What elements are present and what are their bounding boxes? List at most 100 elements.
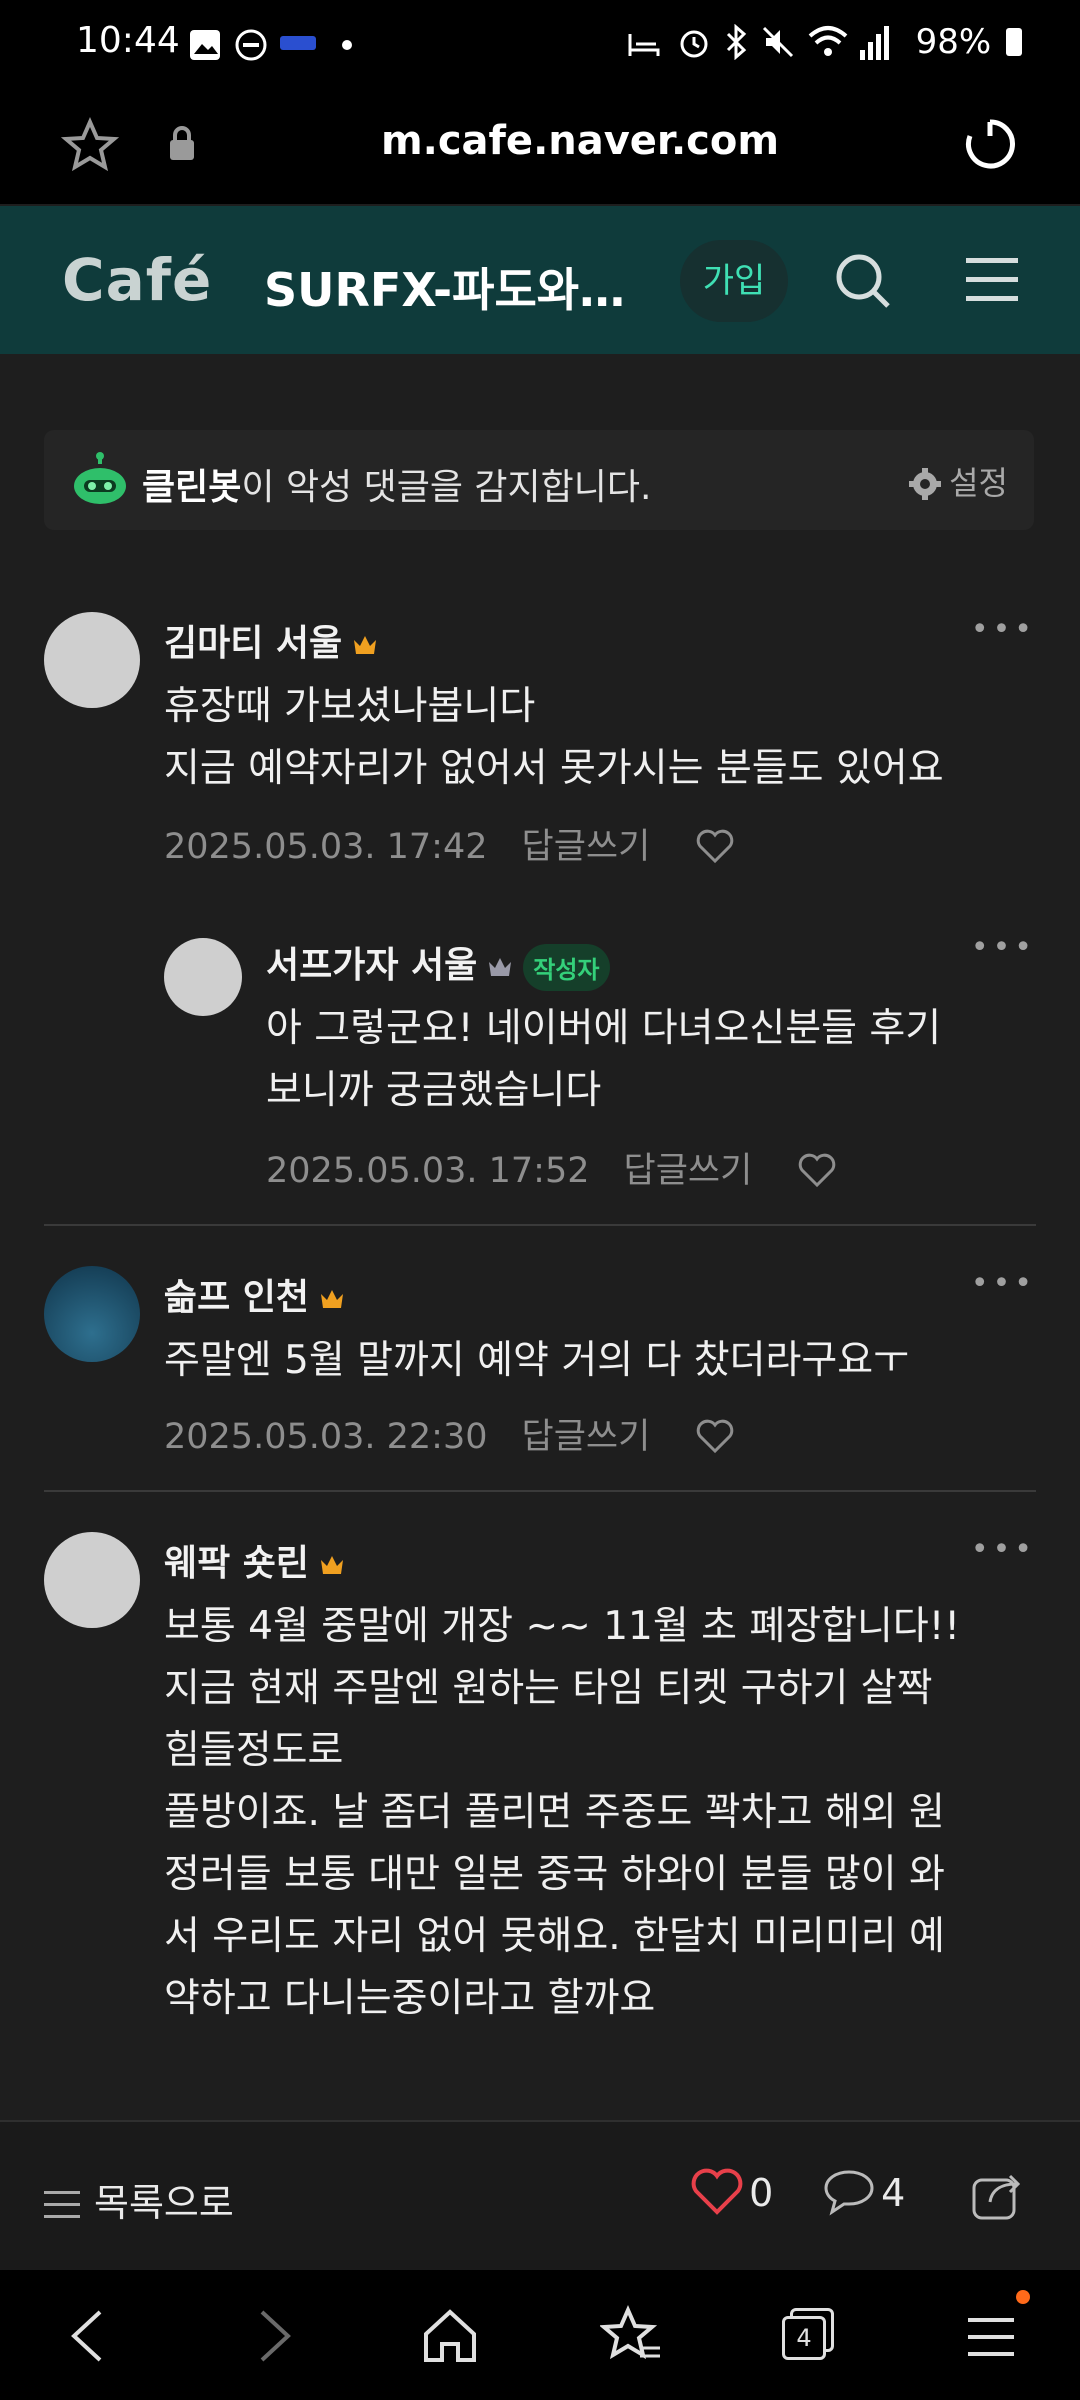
- alarm-icon: [680, 30, 708, 58]
- browser-url-bar: m.cafe.naver.com: [0, 92, 1080, 204]
- forward-arrow-icon[interactable]: [248, 2308, 298, 2364]
- share-icon[interactable]: [970, 2166, 1026, 2222]
- cleanbot-text: 클린봇이 악성 댓글을 감지합니다.: [142, 458, 651, 510]
- comment-line: 서 우리도 자리 없어 못해요. 한달치 미리미리 예: [164, 1914, 945, 1959]
- more-options-icon[interactable]: •••: [971, 1266, 1036, 1301]
- like-heart-icon[interactable]: [695, 1418, 735, 1454]
- reload-icon[interactable]: [962, 116, 1018, 172]
- app-notification-icon: [280, 36, 316, 50]
- like-button[interactable]: 0: [690, 2166, 773, 2216]
- comment-line: 휴장때 가보셨나봅니다: [164, 684, 536, 729]
- settings-label: 설정: [949, 464, 1008, 502]
- like-heart-icon[interactable]: [695, 828, 735, 864]
- avatar[interactable]: [164, 938, 242, 1016]
- bluetooth-icon: [726, 24, 747, 60]
- join-button[interactable]: 가입: [680, 240, 788, 322]
- dnd-icon: [235, 29, 267, 61]
- cafe-header: Café SURFX-파도와사... 가입: [0, 206, 1080, 354]
- comment-count: 4: [881, 2171, 906, 2215]
- author-name[interactable]: 서프가자 서울: [266, 945, 477, 986]
- comment-line: 아 그렇군요! 네이버에 다녀오신분들 후기: [266, 1006, 942, 1051]
- status-time: 10:44: [76, 20, 180, 61]
- crown-icon: [321, 1556, 344, 1574]
- list-icon: [44, 2191, 80, 2218]
- battery-level: 98%: [916, 22, 1022, 62]
- gallery-icon: [190, 30, 220, 60]
- cafe-title[interactable]: SURFX-파도와사...: [264, 254, 654, 320]
- more-options-icon[interactable]: •••: [971, 930, 1036, 965]
- comment-body: 아 그렇군요! 네이버에 다녀오신분들 후기 보니까 궁금했습니다: [266, 998, 941, 1122]
- browser-menu-icon[interactable]: [966, 2310, 1020, 2364]
- heart-icon: [691, 2168, 743, 2215]
- mute-icon: [762, 26, 794, 58]
- cleanbot-message: 이 악성 댓글을 감지합니다.: [241, 467, 652, 508]
- browser-nav-bar: 4: [0, 2270, 1080, 2400]
- author-badge: 작성자: [523, 943, 610, 991]
- more-options-icon[interactable]: •••: [971, 1532, 1036, 1567]
- more-options-icon[interactable]: •••: [971, 612, 1036, 647]
- battery-text: 98%: [915, 22, 992, 62]
- list-label: 목록으로: [94, 2181, 234, 2225]
- cleanbot-name: 클린봇: [142, 467, 242, 508]
- comment-line: 정러들 보통 대만 일본 중국 하와이 분들 많이 와: [164, 1852, 945, 1897]
- cleanbot-settings-button[interactable]: 설정: [909, 458, 1008, 504]
- comment-meta: 2025.05.03. 17:42 답글쓰기: [164, 818, 735, 869]
- comment-line: 보니까 궁금했습니다: [266, 1068, 602, 1113]
- cafe-logo[interactable]: Café: [62, 246, 212, 314]
- wifi-icon: [808, 26, 848, 56]
- comment-date: 2025.05.03. 17:42: [164, 827, 488, 867]
- reply-button[interactable]: 답글쓰기: [624, 1151, 753, 1191]
- tabs-button[interactable]: 4: [782, 2308, 836, 2362]
- crown-icon: [321, 1290, 344, 1308]
- comment-author[interactable]: 슮프 인천: [164, 1268, 345, 1320]
- cleanbot-robot-icon: [74, 452, 126, 504]
- comment-line: 약하고 다니는중이라고 할까요: [164, 1976, 656, 2021]
- comment-body: 휴장때 가보셨나봅니다 지금 예약자리가 없어서 못가시는 분들도 있어요: [164, 676, 944, 800]
- comment-line: 힘들정도로: [164, 1728, 344, 1773]
- post-action-bar: 목록으로 0 4: [0, 2120, 1080, 2272]
- comment-body: 보통 4월 중말에 개장 ~~ 11월 초 폐장합니다!! 지금 현재 주말엔 …: [164, 1596, 960, 2030]
- sleep-mode-icon: [628, 34, 660, 56]
- comment-author[interactable]: 김마티 서울: [164, 614, 378, 666]
- crown-icon: [354, 636, 377, 654]
- like-count: 0: [749, 2171, 774, 2215]
- bookmarks-icon[interactable]: [600, 2304, 664, 2368]
- status-bar: 10:44 98%: [0, 0, 1080, 92]
- comment-body: 주말엔 5월 말까지 예약 거의 다 찼더라구요ㅜ: [164, 1330, 909, 1392]
- avatar[interactable]: [44, 1532, 140, 1628]
- comment-count-button[interactable]: 4: [822, 2166, 905, 2216]
- comment-line: 지금 현재 주말엔 원하는 타임 티켓 구하기 살짝: [164, 1666, 933, 1711]
- menu-icon[interactable]: [964, 254, 1020, 306]
- comment-line: 풀방이죠. 날 좀더 풀리면 주중도 꽉차고 해외 원: [164, 1790, 945, 1835]
- avatar[interactable]: [44, 612, 140, 708]
- tabs-count: 4: [782, 2316, 826, 2360]
- cleanbot-notice: 클린봇이 악성 댓글을 감지합니다. 설정: [44, 430, 1034, 530]
- like-heart-icon[interactable]: [797, 1152, 837, 1188]
- author-name[interactable]: 슮프 인천: [164, 1277, 309, 1318]
- comment-meta: 2025.05.03. 22:30 답글쓰기: [164, 1408, 735, 1459]
- crown-icon: [489, 958, 512, 976]
- back-arrow-icon[interactable]: [64, 2308, 114, 2364]
- comment-line: 주말엔 5월 말까지 예약 거의 다 찼더라구요ㅜ: [164, 1338, 910, 1383]
- back-to-list-button[interactable]: 목록으로: [44, 2172, 234, 2227]
- comment-date: 2025.05.03. 22:30: [164, 1417, 488, 1457]
- divider: [44, 1490, 1036, 1492]
- more-notifications-dot: [342, 40, 352, 50]
- battery-icon: [1006, 28, 1022, 56]
- comment-line: 보통 4월 중말에 개장 ~~ 11월 초 폐장합니다!!: [164, 1604, 961, 1649]
- comment-author[interactable]: 서프가자 서울 작성자: [266, 936, 610, 991]
- comment-date: 2025.05.03. 17:52: [266, 1151, 590, 1191]
- author-name[interactable]: 웨팍 숏린: [164, 1543, 309, 1584]
- gear-icon: [909, 468, 942, 500]
- comment-author[interactable]: 웨팍 숏린: [164, 1534, 345, 1586]
- menu-notification-dot: [1016, 2290, 1030, 2304]
- author-name[interactable]: 김마티 서울: [164, 623, 342, 664]
- comment-meta: 2025.05.03. 17:52 답글쓰기: [266, 1142, 837, 1193]
- home-icon[interactable]: [420, 2306, 480, 2366]
- reply-button[interactable]: 답글쓰기: [522, 827, 651, 867]
- avatar[interactable]: [44, 1266, 140, 1362]
- divider: [44, 1224, 1036, 1226]
- reply-button[interactable]: 답글쓰기: [522, 1417, 651, 1457]
- url-text[interactable]: m.cafe.naver.com: [0, 118, 1080, 164]
- search-icon[interactable]: [832, 250, 894, 312]
